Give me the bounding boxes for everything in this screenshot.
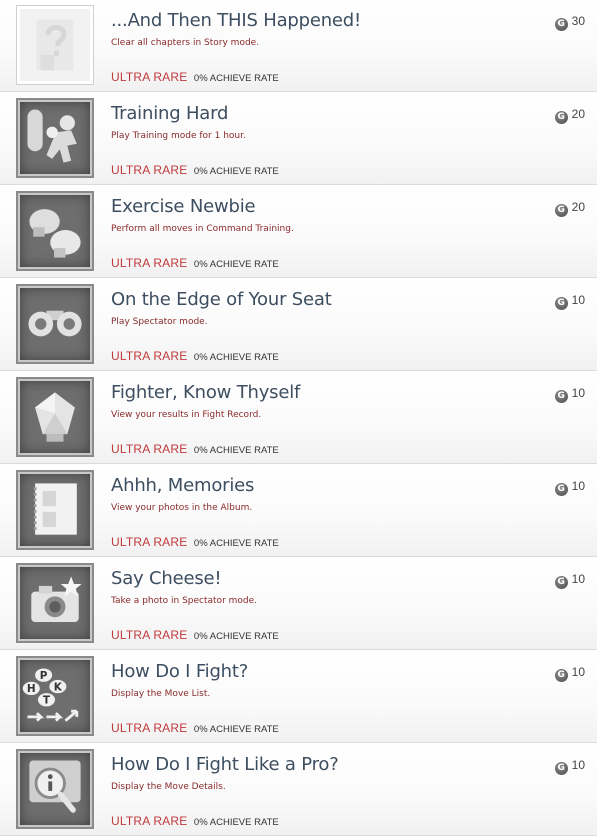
achievement-row[interactable]: Fighter, Know Thyself View your results …: [0, 372, 597, 464]
gamerscore-value: 20: [571, 200, 585, 214]
achievement-description: View your photos in the Album.: [111, 503, 253, 513]
achievement-description: View your results in Fight Record.: [111, 410, 262, 420]
rarity-line: ULTRA RARE 0% ACHIEVE RATE: [111, 254, 279, 272]
gamerscore-icon: G: [554, 669, 568, 682]
locked-secret-icon: [16, 5, 94, 85]
achievement-row[interactable]: Say Cheese! Take a photo in Spectator mo…: [0, 558, 597, 650]
gamerscore-value: 10: [571, 293, 585, 307]
achieve-rate: 0% ACHIEVE RATE: [193, 631, 279, 642]
achievement-title: ...And Then THIS Happened!: [111, 10, 362, 31]
achievement-title: Training Hard: [111, 103, 229, 124]
achievement-description: Take a photo in Spectator mode.: [111, 596, 258, 606]
achieve-rate: 0% ACHIEVE RATE: [193, 445, 279, 456]
gamerscore-value: 10: [571, 386, 585, 400]
achievement-title: Say Cheese!: [111, 568, 222, 589]
rarity-badge: ULTRA RARE: [111, 721, 188, 735]
gamerscore-value: 10: [571, 758, 585, 772]
achievement-title: On the Edge of Your Seat: [111, 289, 332, 310]
boxing-gloves-icon: [16, 191, 94, 271]
gamerscore-value: 20: [571, 107, 585, 121]
rarity-line: ULTRA RARE 0% ACHIEVE RATE: [111, 440, 279, 458]
rarity-badge: ULTRA RARE: [111, 256, 188, 270]
gamerscore: G 10: [554, 386, 585, 403]
achievement-description: Perform all moves in Command Training.: [111, 224, 294, 234]
achieve-rate: 0% ACHIEVE RATE: [193, 166, 279, 177]
gamerscore: G 30: [554, 14, 585, 31]
gamerscore: G 20: [554, 200, 585, 217]
binoculars-icon: [16, 284, 94, 364]
button-p-label: P: [40, 670, 48, 682]
achievement-title: Ahhh, Memories: [111, 475, 255, 496]
achieve-rate: 0% ACHIEVE RATE: [193, 73, 279, 84]
photo-album-icon: [16, 470, 94, 550]
gamerscore: G 10: [554, 479, 585, 496]
gamerscore-icon: G: [554, 111, 568, 124]
achievement-row[interactable]: P H K T How Do I Fight? Display the Move…: [0, 651, 597, 743]
gamerscore-value: 10: [571, 572, 585, 586]
gem-icon: [16, 377, 94, 457]
achieve-rate: 0% ACHIEVE RATE: [193, 724, 279, 735]
rarity-badge: ULTRA RARE: [111, 535, 188, 549]
rarity-badge: ULTRA RARE: [111, 814, 188, 828]
gamerscore-value: 10: [571, 479, 585, 493]
achievement-description: Clear all chapters in Story mode.: [111, 38, 260, 48]
rarity-line: ULTRA RARE 0% ACHIEVE RATE: [111, 812, 279, 830]
achievement-row[interactable]: Exercise Newbie Perform all moves in Com…: [0, 186, 597, 278]
move-buttons-icon: P H K T: [16, 656, 94, 736]
rarity-line: ULTRA RARE 0% ACHIEVE RATE: [111, 161, 279, 179]
gamerscore-icon: G: [554, 297, 568, 310]
gamerscore: G 20: [554, 107, 585, 124]
achieve-rate: 0% ACHIEVE RATE: [193, 538, 279, 549]
punching-bag-fighter-icon: [16, 98, 94, 178]
rarity-badge: ULTRA RARE: [111, 349, 188, 363]
gamerscore: G 10: [554, 572, 585, 589]
gamerscore-value: 10: [571, 665, 585, 679]
gamerscore-icon: G: [554, 204, 568, 217]
rarity-line: ULTRA RARE 0% ACHIEVE RATE: [111, 533, 279, 551]
gamerscore: G 10: [554, 758, 585, 775]
gamerscore-icon: G: [554, 390, 568, 403]
rarity-line: ULTRA RARE 0% ACHIEVE RATE: [111, 68, 279, 86]
button-k-label: K: [54, 681, 63, 693]
achievement-title: Fighter, Know Thyself: [111, 382, 301, 403]
achieve-rate: 0% ACHIEVE RATE: [193, 352, 279, 363]
rarity-line: ULTRA RARE 0% ACHIEVE RATE: [111, 719, 279, 737]
button-t-label: T: [43, 695, 51, 707]
gamerscore-icon: G: [554, 18, 568, 31]
button-h-label: H: [27, 683, 36, 695]
achievement-row[interactable]: Ahhh, Memories View your photos in the A…: [0, 465, 597, 557]
rarity-line: ULTRA RARE 0% ACHIEVE RATE: [111, 347, 279, 365]
achievement-list: ...And Then THIS Happened! Clear all cha…: [0, 0, 597, 838]
achievement-description: Play Training mode for 1 hour.: [111, 131, 246, 141]
rarity-line: ULTRA RARE 0% ACHIEVE RATE: [111, 626, 279, 644]
achievement-title: How Do I Fight Like a Pro?: [111, 754, 339, 775]
achieve-rate: 0% ACHIEVE RATE: [193, 817, 279, 828]
rarity-badge: ULTRA RARE: [111, 442, 188, 456]
achievement-description: Display the Move Details.: [111, 782, 226, 792]
achievement-row[interactable]: Training Hard Play Training mode for 1 h…: [0, 93, 597, 185]
gamerscore-value: 30: [571, 14, 585, 28]
info-magnifier-icon: [16, 749, 94, 829]
gamerscore: G 10: [554, 293, 585, 310]
gamerscore-icon: G: [554, 576, 568, 589]
gamerscore: G 10: [554, 665, 585, 682]
achievement-title: How Do I Fight?: [111, 661, 249, 682]
rarity-badge: ULTRA RARE: [111, 70, 188, 84]
achievement-row[interactable]: ...And Then THIS Happened! Clear all cha…: [0, 0, 597, 92]
camera-icon: [16, 563, 94, 643]
achievement-row[interactable]: On the Edge of Your Seat Play Spectator …: [0, 279, 597, 371]
achievement-description: Play Spectator mode.: [111, 317, 208, 327]
rarity-badge: ULTRA RARE: [111, 163, 188, 177]
achievement-title: Exercise Newbie: [111, 196, 256, 217]
achieve-rate: 0% ACHIEVE RATE: [193, 259, 279, 270]
achievement-description: Display the Move List.: [111, 689, 211, 699]
gamerscore-icon: G: [554, 483, 568, 496]
rarity-badge: ULTRA RARE: [111, 628, 188, 642]
gamerscore-icon: G: [554, 762, 568, 775]
achievement-row[interactable]: How Do I Fight Like a Pro? Display the M…: [0, 744, 597, 836]
